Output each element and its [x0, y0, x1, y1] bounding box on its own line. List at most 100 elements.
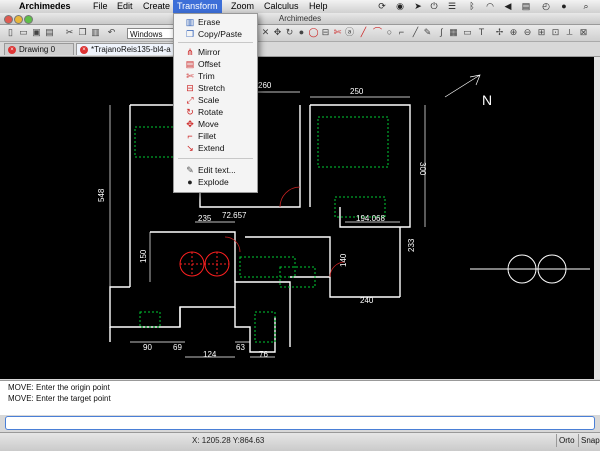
menu-item-stretch[interactable]: ⊟ Stretch: [174, 82, 257, 94]
toolbar: ▯ ▭ ▣ ▤ ✂ ❐ ▥ ↶ Windows ✕ ✥ ↻ ● ◯ ⊟ ✄ ⓐ …: [0, 25, 600, 42]
undo-icon[interactable]: ↶: [106, 27, 117, 38]
tool-stretch-icon[interactable]: ⊟: [320, 27, 331, 38]
text-icon: ✎: [186, 165, 194, 175]
menu-transform[interactable]: Transform: [173, 0, 222, 13]
menu-app[interactable]: Archimedes: [19, 0, 71, 13]
chat-icon[interactable]: ◉: [394, 1, 406, 11]
menu-create[interactable]: Create: [143, 0, 170, 13]
canvas-scrollbar[interactable]: [594, 57, 600, 379]
coordinates-readout: X: 1205.28 Y:864.63: [192, 436, 265, 445]
menu-item-copy-paste[interactable]: ❐ Copy/Paste: [174, 28, 257, 40]
windows-select[interactable]: Windows: [127, 28, 175, 39]
explode-icon: ●: [187, 177, 193, 187]
sync-icon[interactable]: ⟳: [376, 1, 388, 11]
tool-zoom-window-icon[interactable]: ⊞: [536, 27, 547, 38]
menu-file[interactable]: File: [93, 0, 108, 13]
open-file-icon[interactable]: ▭: [18, 27, 29, 38]
tool-line-icon[interactable]: ╱: [358, 27, 369, 38]
tool-erase-icon[interactable]: ✕: [260, 27, 271, 38]
transform-menu: ▥ Erase ❐ Copy/Paste ⋔ Mirror ▤ Offset ✄…: [173, 13, 258, 193]
tool-zoom-all-icon[interactable]: ⊡: [550, 27, 561, 38]
tool-pencil-icon[interactable]: ✎: [422, 27, 433, 38]
move-icon: ✥: [186, 119, 194, 129]
menu-item-explode[interactable]: ● Explode: [174, 176, 257, 188]
volume-icon[interactable]: ◀: [502, 1, 514, 11]
dim-63: 63: [236, 343, 245, 352]
dim-233: 233: [407, 238, 416, 252]
new-file-icon[interactable]: ▯: [5, 27, 16, 38]
ortho-toggle[interactable]: Orto: [556, 434, 577, 447]
tool-spline-icon[interactable]: ∫: [436, 27, 447, 38]
mirror-icon: ⋔: [186, 47, 194, 57]
cursor-icon[interactable]: ➤: [412, 1, 424, 11]
tool-diagonal-icon[interactable]: ╱: [410, 27, 421, 38]
cut-icon[interactable]: ✂: [64, 27, 75, 38]
tab-trajano[interactable]: × *TrajanoReis135-bl4-a: [76, 43, 176, 55]
tab-drawing-0[interactable]: × Drawing 0: [4, 43, 74, 55]
close-window-button[interactable]: [4, 15, 13, 24]
tool-explode-icon[interactable]: ●: [296, 27, 307, 38]
copy-icon[interactable]: ❐: [77, 27, 88, 38]
tool-move-icon[interactable]: ✥: [272, 27, 283, 38]
tab-label: *TrajanoReis135-bl4-a: [91, 45, 171, 54]
tool-polyline-icon[interactable]: ⌐: [396, 27, 407, 38]
tool-circle-icon[interactable]: ◯: [308, 27, 319, 38]
dimension-lines: [109, 74, 481, 358]
copy-icon: ❐: [185, 29, 195, 39]
tool-circle2-icon[interactable]: ○: [384, 27, 395, 38]
menu-calculus[interactable]: Calculus: [264, 0, 299, 13]
menu-item-edit-text[interactable]: ✎ Edit text...: [174, 164, 257, 176]
menu-edit[interactable]: Edit: [117, 0, 133, 13]
clock-icon[interactable]: ◴: [540, 1, 552, 11]
menu-item-erase[interactable]: ▥ Erase: [174, 16, 257, 28]
menu-item-mirror[interactable]: ⋔ Mirror: [174, 46, 257, 58]
scale-icon: ⤢: [186, 95, 194, 105]
close-tab-icon[interactable]: ×: [8, 46, 16, 54]
snap-toggle[interactable]: Snap: [578, 434, 600, 447]
command-input[interactable]: [5, 416, 595, 430]
window-title-bar: Archimedes: [0, 13, 600, 25]
tool-arc-icon[interactable]: ⌒: [372, 27, 383, 38]
tool-zoom-in-icon[interactable]: ⊕: [508, 27, 519, 38]
menu-item-fillet[interactable]: ⌐ Fillet: [174, 130, 257, 142]
spotlight-icon[interactable]: ⌕: [580, 1, 592, 11]
erase-icon: ▥: [185, 17, 195, 27]
tool-grid-icon[interactable]: ⊠: [578, 27, 589, 38]
fixtures: [179, 251, 230, 277]
zoom-window-button[interactable]: [24, 15, 33, 24]
power-icon[interactable]: ⏻: [428, 1, 440, 11]
menu-item-extend[interactable]: ↘ Extend: [174, 142, 257, 154]
bluetooth-icon[interactable]: ᛒ: [466, 1, 478, 11]
tool-text-icon[interactable]: ⓐ: [344, 27, 355, 38]
tool-pan-icon[interactable]: ✢: [494, 27, 505, 38]
tool-trim-icon[interactable]: ✄: [332, 27, 343, 38]
tool-rect-icon[interactable]: ▭: [462, 27, 473, 38]
menu-item-trim[interactable]: ✄ Trim: [174, 70, 257, 82]
log-line: MOVE: Enter the target point: [8, 394, 111, 403]
menu-item-scale[interactable]: ⤢ Scale: [174, 94, 257, 106]
wifi-icon[interactable]: ◠: [484, 1, 496, 11]
dim-76: 76: [259, 350, 268, 359]
tool-text2-icon[interactable]: T: [476, 27, 487, 38]
tool-rotate-icon[interactable]: ↻: [284, 27, 295, 38]
flag-icon[interactable]: ▤: [520, 1, 532, 11]
menu-icon[interactable]: ☰: [446, 1, 458, 11]
status-bar: [0, 432, 600, 451]
user-icon[interactable]: ●: [558, 1, 570, 11]
menu-item-move[interactable]: ✥ Move: [174, 118, 257, 130]
menu-item-offset[interactable]: ▤ Offset: [174, 58, 257, 70]
tab-label: Drawing 0: [19, 45, 56, 54]
print-icon[interactable]: ▤: [44, 27, 55, 38]
drawing-canvas[interactable]: 260 250 300 548 235 72.657 194.068 150 1…: [0, 57, 594, 379]
save-icon[interactable]: ▣: [31, 27, 42, 38]
paste-icon[interactable]: ▥: [90, 27, 101, 38]
tool-zoom-out-icon[interactable]: ⊖: [522, 27, 533, 38]
menu-item-rotate[interactable]: ↻ Rotate: [174, 106, 257, 118]
tool-measure-icon[interactable]: ⟂: [564, 27, 575, 38]
menu-zoom[interactable]: Zoom: [231, 0, 254, 13]
tool-hatch-icon[interactable]: ▦: [448, 27, 459, 38]
dim-124: 124: [203, 350, 217, 359]
minimize-window-button[interactable]: [14, 15, 23, 24]
close-tab-icon[interactable]: ×: [80, 46, 88, 54]
menu-help[interactable]: Help: [309, 0, 328, 13]
